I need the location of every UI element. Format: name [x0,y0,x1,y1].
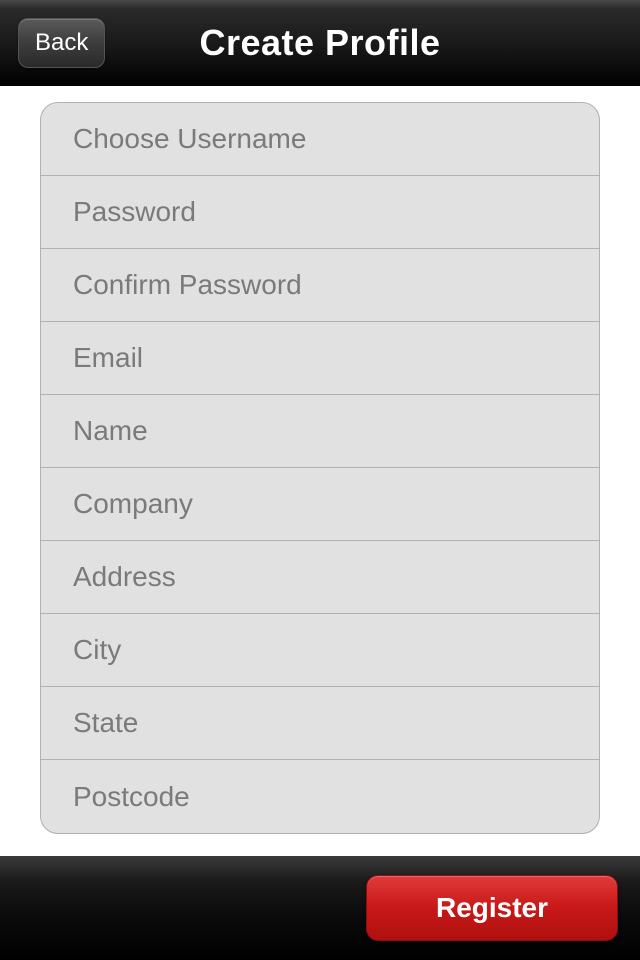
company-field[interactable] [41,468,599,541]
postcode-field[interactable] [41,760,599,833]
back-button[interactable]: Back [18,18,105,68]
name-field[interactable] [41,395,599,468]
username-field[interactable] [41,103,599,176]
city-field[interactable] [41,614,599,687]
confirm-password-field[interactable] [41,249,599,322]
profile-form [40,102,600,834]
address-field[interactable] [41,541,599,614]
register-button[interactable]: Register [366,875,618,941]
state-field[interactable] [41,687,599,760]
content-area [0,86,640,856]
email-field[interactable] [41,322,599,395]
register-button-label: Register [436,892,548,923]
footer-bar: Register [0,856,640,960]
password-field[interactable] [41,176,599,249]
back-button-label: Back [35,29,88,56]
header-bar: Back Create Profile [0,0,640,86]
page-title: Create Profile [199,22,440,64]
